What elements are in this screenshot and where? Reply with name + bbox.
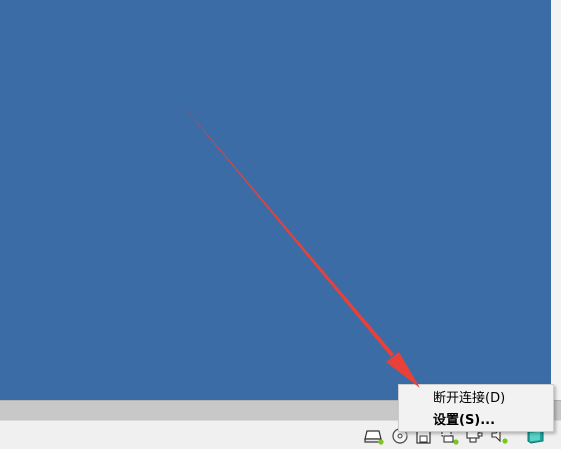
vm-window: 断开连接(D) 设置(S)... — [0, 0, 561, 449]
vm-display[interactable] — [0, 0, 551, 400]
context-menu: 断开连接(D) 设置(S)... — [398, 384, 554, 432]
vertical-scrollbar[interactable] — [551, 0, 561, 400]
settings-menu-item[interactable]: 设置(S)... — [399, 410, 553, 431]
disconnect-menu-item[interactable]: 断开连接(D) — [399, 388, 553, 409]
hard-disk-icon[interactable] — [364, 427, 384, 445]
